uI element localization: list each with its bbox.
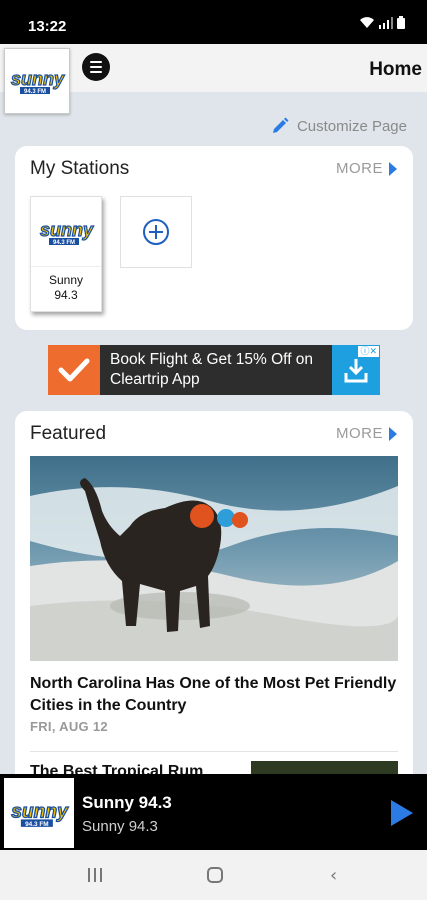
station-tile-label: Sunny 94.3 <box>48 273 84 302</box>
logo-wordmark: sunny <box>11 801 69 822</box>
status-time: 13:22 <box>28 18 67 35</box>
player-station-logo: sunny 94.3 FM <box>4 778 74 848</box>
ad-info-icon[interactable]: ⓘ✕ <box>358 346 379 357</box>
my-stations-more-link[interactable]: MORE <box>336 160 397 177</box>
chevron-right-icon <box>389 426 397 441</box>
sunny-logo: sunny 94.3 FM <box>11 801 70 828</box>
menu-icon-line <box>90 61 102 63</box>
status-icons <box>359 16 405 29</box>
play-icon[interactable] <box>391 800 413 826</box>
ad-text: Book Flight & Get 15% Off on Cleartrip A… <box>110 351 314 388</box>
divider <box>30 751 398 752</box>
logo-frequency: 94.3 FM <box>24 89 46 95</box>
sunny-logo: sunny 94.3 FM <box>39 219 94 246</box>
menu-button[interactable] <box>82 53 110 81</box>
signal-icon <box>379 17 393 29</box>
more-label: MORE <box>336 160 383 177</box>
station-tile-sunny[interactable]: sunny 94.3 FM Sunny 94.3 <box>30 196 102 312</box>
my-stations-card: My Stations MORE sunny 94.3 FM Sunny 94.… <box>15 146 413 330</box>
add-station-button[interactable] <box>120 196 192 268</box>
logo-wordmark: sunny <box>40 220 94 240</box>
ad-download-button[interactable]: ⓘ✕ <box>332 345 380 395</box>
checkmark-icon <box>58 358 90 382</box>
battery-icon <box>397 16 405 29</box>
featured-article-image[interactable] <box>30 456 398 661</box>
ad-logo <box>48 345 100 395</box>
download-icon <box>344 359 368 383</box>
home-button[interactable] <box>207 867 223 883</box>
featured-more-link[interactable]: MORE <box>336 425 397 442</box>
menu-icon-line <box>90 66 102 68</box>
featured-card: Featured MORE North Carolina Has One of … <box>15 411 413 791</box>
article-date: FRI, AUG 12 <box>30 719 108 734</box>
pencil-icon <box>272 117 289 133</box>
my-stations-title: My Stations <box>30 158 130 179</box>
featured-title: Featured <box>30 423 107 444</box>
player-title: Sunny 94.3 <box>82 793 172 812</box>
wifi-icon <box>360 17 374 28</box>
now-playing-bar[interactable]: sunny 94.3 FM Sunny 94.3 Sunny 94.3 <box>0 774 427 850</box>
station-tile-logo: sunny 94.3 FM <box>31 197 101 267</box>
chevron-right-icon <box>389 161 397 176</box>
plus-circle-icon <box>143 219 169 245</box>
back-button[interactable]: ‹ <box>330 865 337 886</box>
logo-frequency: 94.3 FM <box>53 240 75 246</box>
logo-wordmark: sunny <box>11 69 65 89</box>
dog-beach-image <box>30 456 398 661</box>
customize-page-link[interactable]: Customize Page <box>271 117 407 135</box>
page-title: Home <box>369 59 422 80</box>
customize-label: Customize Page <box>296 117 407 135</box>
article-title[interactable]: North Carolina Has One of the Most Pet F… <box>30 673 400 717</box>
sunny-logo: sunny 94.3 FM <box>10 68 65 95</box>
logo-frequency: 94.3 FM <box>25 821 48 828</box>
ad-banner[interactable]: Book Flight & Get 15% Off on Cleartrip A… <box>48 345 380 395</box>
station-logo-button[interactable]: sunny 94.3 FM <box>4 48 70 114</box>
player-subtitle: Sunny 94.3 <box>82 818 158 835</box>
menu-icon-line <box>90 71 102 73</box>
system-nav-bar: ‹ <box>0 850 427 900</box>
status-bar: 13:22 <box>0 0 427 44</box>
more-label: MORE <box>336 425 383 442</box>
recent-apps-button[interactable] <box>88 868 102 882</box>
